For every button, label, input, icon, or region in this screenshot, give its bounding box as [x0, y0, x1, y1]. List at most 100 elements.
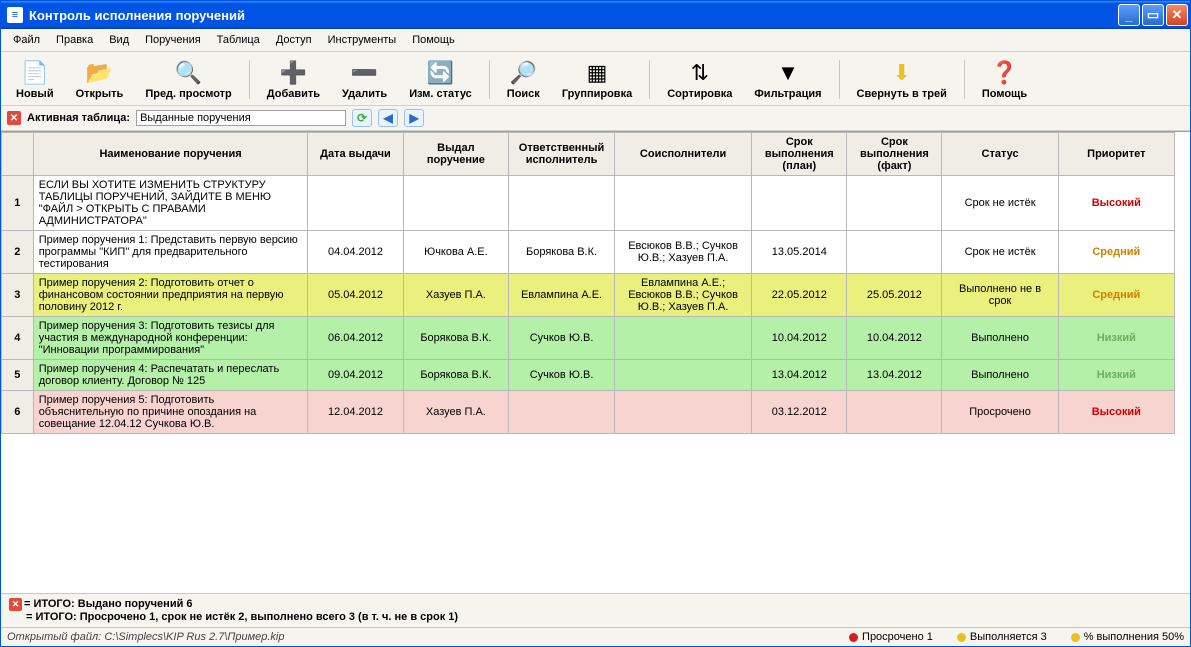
toolbar-поиск[interactable]: 🔎Поиск: [498, 56, 549, 103]
cell: 05.04.2012: [308, 274, 403, 317]
cell: 13.04.2012: [752, 360, 847, 391]
cell: Борякова В.К.: [403, 317, 509, 360]
statusbar: Открытый файл: C:\Simplecs\KIP Rus 2.7\П…: [1, 627, 1190, 646]
toolbar-добавить[interactable]: ➕Добавить: [258, 56, 329, 103]
toolbar-свернуть-в-трей[interactable]: ⬇Свернуть в трей: [848, 56, 956, 103]
cell: 12.04.2012: [308, 391, 403, 434]
toolbar-новый[interactable]: 📄Новый: [7, 56, 63, 103]
cell: [847, 231, 942, 274]
toolbar-icon: 🔄: [426, 59, 454, 87]
toolbar-separator: [964, 60, 965, 99]
priority-cell: Средний: [1058, 274, 1174, 317]
nav-refresh-button[interactable]: ⟳: [352, 109, 372, 127]
table-row[interactable]: 5Пример поручения 4: Распечатать и перес…: [2, 360, 1175, 391]
cell: Борякова В.К.: [403, 360, 509, 391]
toolbar-label: Фильтрация: [754, 88, 821, 100]
cell: [847, 176, 942, 231]
cell: 10.04.2012: [847, 317, 942, 360]
toolbar-фильтрация[interactable]: ▼Фильтрация: [745, 56, 830, 103]
toolbar-label: Новый: [16, 88, 54, 100]
menu-item-5[interactable]: Доступ: [268, 31, 320, 49]
menu-item-3[interactable]: Поручения: [137, 31, 209, 49]
toolbar-icon: ⇅: [686, 59, 714, 87]
table-row[interactable]: 4Пример поручения 3: Подготовить тезисы …: [2, 317, 1175, 360]
menu-item-0[interactable]: Файл: [5, 31, 48, 49]
summary-panel: ✕= ИТОГО: Выдано поручений 6 = ИТОГО: Пр…: [1, 593, 1190, 627]
row-number: 4: [2, 317, 34, 360]
priority-cell: Высокий: [1058, 391, 1174, 434]
summary-line-1: = ИТОГО: Выдано поручений 6: [24, 598, 193, 610]
column-header-6[interactable]: Срок выполнения (план): [752, 133, 847, 176]
toolbar-удалить[interactable]: ➖Удалить: [333, 56, 396, 103]
menu-item-2[interactable]: Вид: [101, 31, 137, 49]
cell: Евлампина А.Е.; Евсюков В.В.; Сучков Ю.В…: [614, 274, 751, 317]
table-row[interactable]: 3Пример поручения 2: Подготовить отчет о…: [2, 274, 1175, 317]
toolbar-изм--статус[interactable]: 🔄Изм. статус: [400, 56, 481, 103]
table-row[interactable]: 2Пример поручения 1: Представить первую …: [2, 231, 1175, 274]
table-row[interactable]: 6Пример поручения 5: Подготовить объясни…: [2, 391, 1175, 434]
close-button[interactable]: ✕: [1166, 4, 1188, 26]
window-title: Контроль исполнения поручений: [29, 8, 245, 23]
cell: [752, 176, 847, 231]
toolbar-icon: ▼: [774, 59, 802, 87]
nav-next-button[interactable]: ▶: [404, 109, 424, 127]
toolbar-icon: ➖: [351, 59, 379, 87]
table-container[interactable]: Наименование порученияДата выдачиВыдал п…: [1, 131, 1190, 593]
toolbar-сортировка[interactable]: ⇅Сортировка: [658, 56, 741, 103]
menubar: ФайлПравкаВидПорученияТаблицаДоступИнстр…: [1, 29, 1190, 52]
column-header-7[interactable]: Срок выполнения (факт): [847, 133, 942, 176]
cell: [403, 176, 509, 231]
table-row[interactable]: 1ЕСЛИ ВЫ ХОТИТЕ ИЗМЕНИТЬ СТРУКТУРУ ТАБЛИ…: [2, 176, 1175, 231]
toolbar-icon: ❓: [990, 59, 1018, 87]
summary-close-icon[interactable]: ✕: [9, 598, 22, 611]
active-table-input[interactable]: [136, 110, 346, 126]
column-header-3[interactable]: Выдал поручение: [403, 133, 509, 176]
toolbar-icon: 📂: [85, 59, 113, 87]
menu-item-4[interactable]: Таблица: [209, 31, 268, 49]
cell: Просрочено: [942, 391, 1058, 434]
maximize-button[interactable]: ▭: [1142, 4, 1164, 26]
priority-cell: Высокий: [1058, 176, 1174, 231]
toolbar-открыть[interactable]: 📂Открыть: [67, 56, 133, 103]
toolbar: 📄Новый📂Открыть🔍Пред. просмотр➕Добавить➖У…: [1, 52, 1190, 106]
toolbar-separator: [839, 60, 840, 99]
cell: [509, 391, 615, 434]
cell: [614, 317, 751, 360]
column-header-8[interactable]: Статус: [942, 133, 1058, 176]
close-table-icon[interactable]: ✕: [7, 111, 21, 125]
column-header-9[interactable]: Приоритет: [1058, 133, 1174, 176]
app-icon: ≡: [7, 7, 23, 23]
toolbar-label: Пред. просмотр: [145, 88, 231, 100]
toolbar-label: Поиск: [507, 88, 540, 100]
nav-prev-button[interactable]: ◀: [378, 109, 398, 127]
cell: Сучков Ю.В.: [509, 317, 615, 360]
cell: 09.04.2012: [308, 360, 403, 391]
row-number: 1: [2, 176, 34, 231]
column-header-5[interactable]: Соисполнители: [614, 133, 751, 176]
column-header-1[interactable]: Наименование поручения: [33, 133, 308, 176]
column-header-4[interactable]: Ответственный исполнитель: [509, 133, 615, 176]
toolbar-пред--просмотр[interactable]: 🔍Пред. просмотр: [136, 56, 240, 103]
toolbar-группировка[interactable]: ▦Группировка: [553, 56, 641, 103]
column-header-2[interactable]: Дата выдачи: [308, 133, 403, 176]
toolbar-separator: [489, 60, 490, 99]
toolbar-помощь[interactable]: ❓Помощь: [973, 56, 1036, 103]
minimize-button[interactable]: _: [1118, 4, 1140, 26]
menu-item-1[interactable]: Правка: [48, 31, 101, 49]
menu-item-7[interactable]: Помощь: [404, 31, 463, 49]
cell: Выполнено: [942, 360, 1058, 391]
status-overdue: Просрочено 1: [849, 631, 933, 643]
toolbar-label: Удалить: [342, 88, 387, 100]
toolbar-icon: ⬇: [888, 59, 916, 87]
toolbar-label: Добавить: [267, 88, 320, 100]
column-header-0[interactable]: [2, 133, 34, 176]
assignments-table: Наименование порученияДата выдачиВыдал п…: [1, 132, 1175, 434]
cell: 22.05.2012: [752, 274, 847, 317]
menu-item-6[interactable]: Инструменты: [320, 31, 405, 49]
table-header-row: Наименование порученияДата выдачиВыдал п…: [2, 133, 1175, 176]
toolbar-icon: 🔎: [509, 59, 537, 87]
cell: [308, 176, 403, 231]
cell: Выполнено не в срок: [942, 274, 1058, 317]
cell: ЕСЛИ ВЫ ХОТИТЕ ИЗМЕНИТЬ СТРУКТУРУ ТАБЛИЦ…: [33, 176, 308, 231]
cell: [614, 360, 751, 391]
